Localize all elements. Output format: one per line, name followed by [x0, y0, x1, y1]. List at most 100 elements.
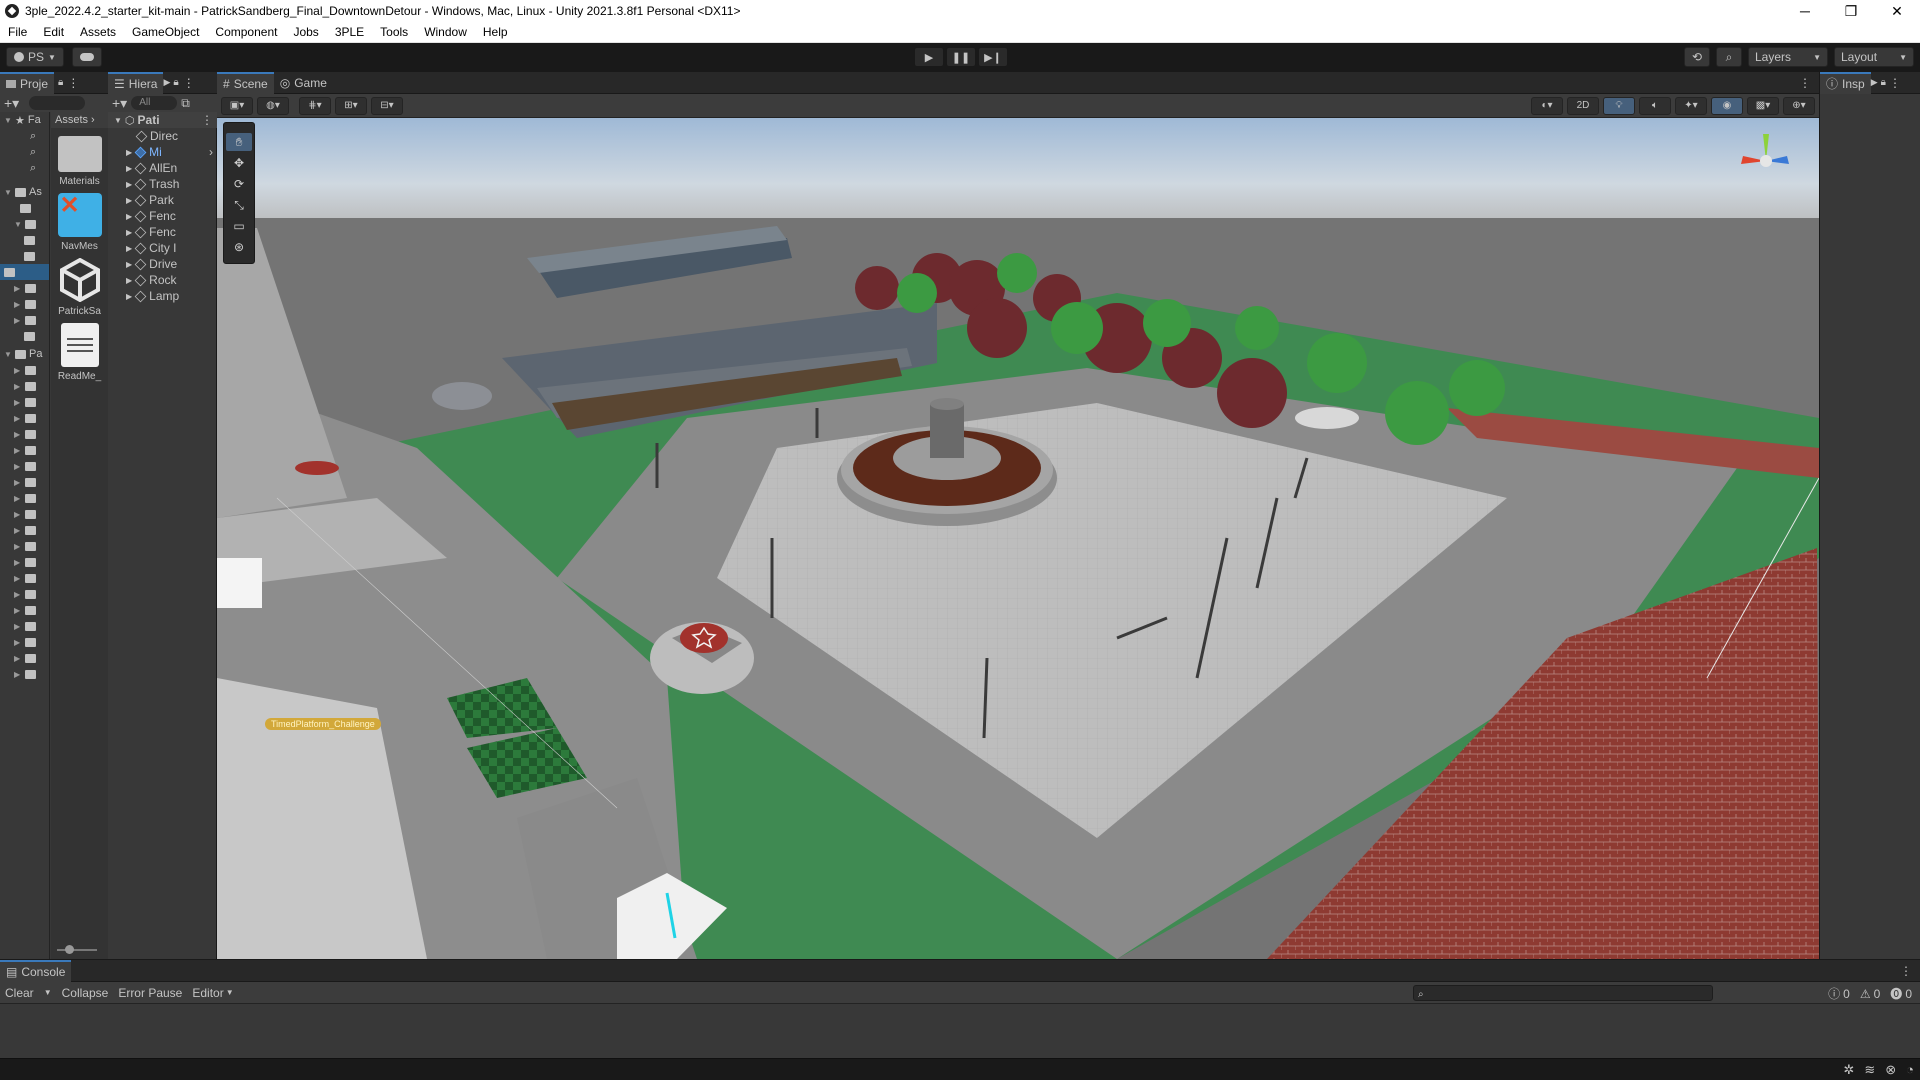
- hierarchy-scene-root[interactable]: ▼ ⬡ Pati ⋮: [108, 112, 217, 128]
- snap-increment-toggle[interactable]: ⊟▾: [371, 96, 403, 115]
- tree-folder[interactable]: ▶: [0, 554, 49, 570]
- close-button[interactable]: ✕: [1874, 0, 1920, 22]
- hidden-objects-toggle[interactable]: ◉: [1711, 96, 1743, 115]
- orientation-gizmo[interactable]: [1731, 126, 1801, 196]
- menu-tools[interactable]: Tools: [372, 25, 416, 39]
- hierarchy-search-input[interactable]: All: [131, 96, 178, 110]
- hierarchy-item[interactable]: ▶ Trash: [108, 176, 217, 192]
- tree-folder[interactable]: ▶: [0, 570, 49, 586]
- tree-search-item[interactable]: ⌕: [0, 144, 49, 160]
- zoom-slider[interactable]: [57, 945, 97, 954]
- menu-3ple[interactable]: 3PLE: [327, 25, 372, 39]
- layout-dropdown[interactable]: Layout ▼: [1834, 47, 1914, 67]
- lock-icon[interactable]: 🔒︎: [1881, 77, 1886, 88]
- tree-folder[interactable]: ▶: [0, 506, 49, 522]
- clear-button[interactable]: Clear: [0, 982, 39, 1004]
- tree-folder[interactable]: ▶: [0, 312, 49, 328]
- bug-icon[interactable]: ✲: [1843, 1062, 1854, 1078]
- 2d-toggle[interactable]: 2D: [1567, 96, 1599, 115]
- transform-tool-icon[interactable]: ⊛: [226, 238, 252, 256]
- cloud-button[interactable]: [72, 47, 102, 67]
- layers-dropdown[interactable]: Layers ▼: [1748, 47, 1828, 67]
- kebab-menu-icon[interactable]: ⋮: [201, 113, 213, 127]
- menu-jobs[interactable]: Jobs: [285, 25, 326, 39]
- tree-packages[interactable]: ▼ Pa: [0, 346, 49, 362]
- hierarchy-item[interactable]: ▶ Drive: [108, 256, 217, 272]
- tree-folder[interactable]: ▶: [0, 378, 49, 394]
- info-counter[interactable]: ⓘ 0: [1828, 985, 1850, 1002]
- tree-search-item[interactable]: ⌕: [0, 128, 49, 144]
- tree-folder[interactable]: ▼: [0, 216, 49, 232]
- tree-search-item[interactable]: ⌕: [0, 160, 49, 176]
- hierarchy-item[interactable]: Direc: [108, 128, 217, 144]
- shading-mode-dropdown[interactable]: ◐▾: [1531, 96, 1563, 115]
- maximize-button[interactable]: ❐: [1828, 0, 1874, 22]
- step-button[interactable]: ▶❙: [978, 47, 1008, 67]
- tree-folder[interactable]: ▶: [0, 490, 49, 506]
- menu-file[interactable]: File: [0, 25, 35, 39]
- move-tool-icon[interactable]: ✥: [226, 154, 252, 172]
- tab-inspector[interactable]: ⓘ Insp: [1820, 71, 1871, 94]
- hierarchy-item[interactable]: ▶ City I: [108, 240, 217, 256]
- tree-folder[interactable]: ▶: [0, 426, 49, 442]
- tab-project[interactable]: Proje: [0, 71, 55, 94]
- asset-item[interactable]: ✕ NavMes: [51, 192, 108, 252]
- scene-visibility-icon[interactable]: ⧉: [181, 96, 190, 111]
- hierarchy-item[interactable]: ▶ Park: [108, 192, 217, 208]
- tree-folder[interactable]: ▶: [0, 442, 49, 458]
- hierarchy-item[interactable]: ▶ Fenc: [108, 208, 217, 224]
- scene-viewport[interactable]: TimedPlatform_Challenge: [217, 118, 1819, 959]
- cache-server-icon[interactable]: ⊗: [1885, 1062, 1896, 1078]
- error-pause-button[interactable]: Error Pause: [113, 982, 187, 1004]
- hierarchy-item[interactable]: ▶ Mi ›: [108, 144, 217, 160]
- tree-folder[interactable]: ▶: [0, 538, 49, 554]
- menu-edit[interactable]: Edit: [35, 25, 72, 39]
- tree-folder[interactable]: [0, 328, 49, 344]
- lock-icon[interactable]: 🔒︎: [173, 77, 178, 88]
- hierarchy-item[interactable]: ▶ AllEn: [108, 160, 217, 176]
- tree-folder[interactable]: ▶: [0, 522, 49, 538]
- hierarchy-item[interactable]: ▶ Lamp: [108, 288, 217, 304]
- effects-dropdown[interactable]: ✦▾: [1675, 96, 1707, 115]
- tree-folder[interactable]: ▶: [0, 618, 49, 634]
- warning-counter[interactable]: ⚠ 0: [1860, 985, 1880, 1002]
- tree-folder[interactable]: ▶: [0, 362, 49, 378]
- asset-item[interactable]: PatrickSa: [51, 258, 108, 317]
- kebab-menu-icon[interactable]: ⋮: [67, 76, 79, 90]
- hierarchy-item[interactable]: ▶ Rock: [108, 272, 217, 288]
- asset-item[interactable]: Materials: [51, 136, 108, 187]
- tree-folder[interactable]: ▶: [0, 458, 49, 474]
- menu-window[interactable]: Window: [416, 25, 475, 39]
- hand-tool-icon[interactable]: ✋︎: [226, 133, 252, 151]
- console-search-input[interactable]: ⌕: [1413, 985, 1713, 1001]
- tree-folder[interactable]: ▶: [0, 394, 49, 410]
- layers-icon[interactable]: ≋: [1864, 1062, 1875, 1078]
- tree-folder[interactable]: [0, 232, 49, 248]
- slider-handle[interactable]: [65, 945, 74, 954]
- tab-console[interactable]: ▤ Console: [0, 959, 72, 982]
- tree-folder-selected[interactable]: [0, 264, 49, 280]
- scene-render[interactable]: [217, 118, 1819, 959]
- tree-folder[interactable]: ▶: [0, 666, 49, 682]
- gizmos-dropdown[interactable]: ⊕▾: [1783, 96, 1815, 115]
- tree-folder[interactable]: ▶: [0, 650, 49, 666]
- tree-folder[interactable]: ▶: [0, 634, 49, 650]
- add-icon[interactable]: +▾: [112, 95, 127, 112]
- menu-assets[interactable]: Assets: [72, 25, 124, 39]
- kebab-menu-icon[interactable]: ⋮: [1889, 76, 1901, 90]
- tree-folder[interactable]: [0, 248, 49, 264]
- tree-folder[interactable]: [0, 200, 49, 216]
- tree-folder[interactable]: ▶: [0, 280, 49, 296]
- grid-snapping-toggle[interactable]: ⋕▾: [299, 96, 331, 115]
- rect-tool-icon[interactable]: ▭: [226, 217, 252, 235]
- tab-hierarchy[interactable]: ☰ Hiera: [108, 71, 164, 94]
- global-toggle[interactable]: ◍▾: [257, 96, 289, 115]
- tree-favorites[interactable]: ▼ ★ Fa: [0, 112, 49, 128]
- asset-item[interactable]: ReadMe_: [51, 323, 108, 382]
- rotate-tool-icon[interactable]: ⟳: [226, 175, 252, 193]
- timed-platform-label[interactable]: TimedPlatform_Challenge: [265, 718, 381, 730]
- tree-folder[interactable]: ▶: [0, 602, 49, 618]
- scale-tool-icon[interactable]: ⤡: [226, 196, 252, 214]
- menu-gameobject[interactable]: GameObject: [124, 25, 207, 39]
- progress-icon[interactable]: ◔: [1906, 1062, 1914, 1078]
